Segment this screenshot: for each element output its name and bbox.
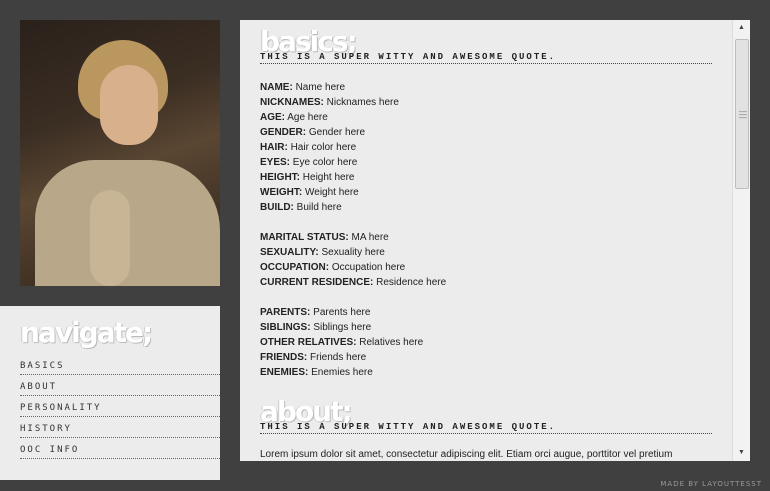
field-row: MARITAL STATUS: MA here: [260, 230, 712, 245]
about-text: Lorem ipsum dolor sit amet, consectetur …: [260, 449, 673, 460]
content-scroll-area: basics; THIS IS A SUPER WITTY AND AWESOM…: [260, 20, 712, 461]
field-label: GENDER:: [260, 127, 307, 138]
field-value: Enemies here: [311, 367, 373, 378]
field-row: SIBLINGS: Siblings here: [260, 320, 712, 335]
field-value: Gender here: [308, 127, 366, 138]
triangle-down-icon[interactable]: ▼: [733, 445, 750, 461]
field-row: FRIENDS: Friends here: [260, 350, 712, 365]
field-value: MA here: [351, 232, 389, 243]
field-row: BUILD: Build here: [260, 200, 712, 215]
basics-fields: NAME: Name here NICKNAMES: Nicknames here…: [260, 80, 712, 380]
field-value: Parents here: [313, 307, 371, 318]
basics-quote: THIS IS A SUPER WITTY AND AWESOME QUOTE.: [260, 52, 712, 64]
field-row: NICKNAMES: Nicknames here: [260, 95, 712, 110]
field-value: Eye color here: [292, 157, 358, 168]
field-label: SEXUALITY:: [260, 247, 319, 258]
nav-list: BASICS ABOUT PERSONALITY HISTORY OOC INF…: [20, 355, 220, 460]
field-row: OTHER RELATIVES: Relatives here: [260, 335, 712, 350]
field-label: ENEMIES:: [260, 367, 309, 378]
triangle-up-icon[interactable]: ▲: [733, 20, 750, 36]
basics-header: basics; THIS IS A SUPER WITTY AND AWESOM…: [260, 20, 712, 64]
field-row: AGE: Age here: [260, 110, 712, 125]
nav-item-ooc-info[interactable]: OOC INFO: [20, 439, 220, 459]
field-value: Age here: [287, 112, 328, 123]
field-row: GENDER: Gender here: [260, 125, 712, 140]
field-label: SIBLINGS:: [260, 322, 311, 333]
field-label: AGE:: [260, 112, 285, 123]
character-photo: [20, 20, 220, 286]
about-header: about; THIS IS A SUPER WITTY AND AWESOME…: [260, 390, 712, 434]
field-value: Nicknames here: [326, 97, 399, 108]
field-row: CURRENT RESIDENCE: Residence here: [260, 275, 712, 290]
field-label: OTHER RELATIVES:: [260, 337, 357, 348]
content-panel[interactable]: basics; THIS IS A SUPER WITTY AND AWESOM…: [240, 20, 750, 461]
field-value: Friends here: [310, 352, 367, 363]
field-row: WEIGHT: Weight here: [260, 185, 712, 200]
about-quote: THIS IS A SUPER WITTY AND AWESOME QUOTE.: [260, 422, 712, 434]
field-value: Hair color here: [290, 142, 357, 153]
nav-item-basics[interactable]: BASICS: [20, 355, 220, 375]
field-value: Name here: [295, 82, 346, 93]
field-row: NAME: Name here: [260, 80, 712, 95]
vertical-scrollbar[interactable]: ▲ — — — ▼: [732, 20, 750, 461]
field-label: MARITAL STATUS:: [260, 232, 349, 243]
nav-item-about[interactable]: ABOUT: [20, 376, 220, 396]
field-row: HAIR: Hair color here: [260, 140, 712, 155]
field-group-gap: [260, 215, 712, 230]
nav-item-history[interactable]: HISTORY: [20, 418, 220, 438]
nav-item-personality[interactable]: PERSONALITY: [20, 397, 220, 417]
field-label: FRIENDS:: [260, 352, 308, 363]
scrollbar-thumb[interactable]: — — —: [735, 39, 749, 189]
credit-text: MADE BY LAYOUTTESST: [660, 480, 762, 488]
field-value: Weight here: [305, 187, 359, 198]
field-row: HEIGHT: Height here: [260, 170, 712, 185]
field-label: NICKNAMES:: [260, 97, 324, 108]
field-group-gap: [260, 290, 712, 305]
field-row: OCCUPATION: Occupation here: [260, 260, 712, 275]
field-label: HAIR:: [260, 142, 288, 153]
field-label: HEIGHT:: [260, 172, 300, 183]
field-label: WEIGHT:: [260, 187, 303, 198]
field-row: EYES: Eye color here: [260, 155, 712, 170]
field-label: CURRENT RESIDENCE:: [260, 277, 374, 288]
field-value: Build here: [296, 202, 342, 213]
field-label: OCCUPATION:: [260, 262, 330, 273]
field-label: NAME:: [260, 82, 293, 93]
field-row: PARENTS: Parents here: [260, 305, 712, 320]
field-value: Occupation here: [331, 262, 406, 273]
nav-title: navigate;: [20, 316, 153, 349]
grip-icon: — — —: [739, 107, 747, 122]
field-value: Residence here: [376, 277, 447, 288]
navigation-panel: navigate; BASICS ABOUT PERSONALITY HISTO…: [0, 306, 220, 480]
field-value: Sexuality here: [321, 247, 385, 258]
field-value: Siblings here: [313, 322, 372, 333]
field-value: Relatives here: [359, 337, 424, 348]
field-value: Height here: [302, 172, 355, 183]
field-label: EYES:: [260, 157, 291, 168]
field-label: BUILD:: [260, 202, 294, 213]
field-label: PARENTS:: [260, 307, 311, 318]
field-row: ENEMIES: Enemies here: [260, 365, 712, 380]
field-row: SEXUALITY: Sexuality here: [260, 245, 712, 260]
